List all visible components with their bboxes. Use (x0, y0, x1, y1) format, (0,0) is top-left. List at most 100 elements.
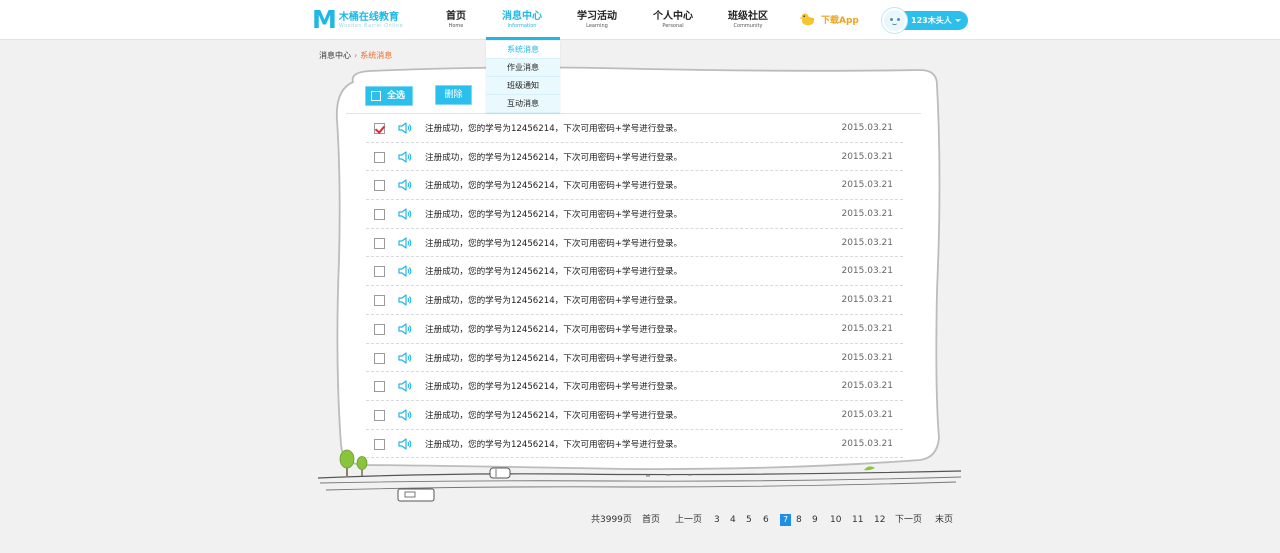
message-checkbox[interactable] (374, 180, 385, 192)
message-checkbox[interactable] (374, 123, 385, 134)
submenu-item[interactable]: 作业消息 (486, 59, 560, 77)
road-scenery-illustration (317, 449, 962, 502)
message-row[interactable]: 注册成功，您的学号为12456214，下次可用密码+学号进行登录。 2015.03… (366, 372, 903, 401)
page-number[interactable]: 10 (830, 513, 841, 527)
speaker-icon[interactable] (398, 237, 412, 249)
message-checkbox[interactable] (374, 381, 385, 393)
message-text: 注册成功，您的学号为12456214，下次可用密码+学号进行登录。 (425, 124, 683, 134)
message-row[interactable]: 注册成功，您的学号为12456214，下次可用密码+学号进行登录。 2015.03… (366, 401, 903, 430)
page-number[interactable]: 11 (852, 513, 863, 527)
nav-item[interactable]: 首页 Home (421, 11, 491, 30)
message-row[interactable]: 注册成功，您的学号为12456214，下次可用密码+学号进行登录。 2015.03… (366, 114, 903, 143)
page-number[interactable]: 4 (730, 513, 736, 527)
speaker-icon[interactable] (398, 380, 412, 392)
message-checkbox[interactable] (374, 323, 385, 335)
message-row[interactable]: 注册成功，您的学号为12456214，下次可用密码+学号进行登录。 2015.03… (366, 229, 903, 258)
message-checkbox[interactable] (374, 409, 385, 421)
nav-item[interactable]: 班级社区 Community (713, 11, 783, 30)
submenu-item[interactable]: 班级通知 (486, 77, 560, 95)
speaker-icon[interactable] (398, 179, 412, 191)
message-row[interactable]: 注册成功，您的学号为12456214，下次可用密码+学号进行登录。 2015.03… (366, 315, 903, 344)
page-number[interactable]: 9 (812, 513, 818, 527)
download-app-link[interactable]: 下载App (800, 12, 859, 26)
page-last-link[interactable]: 末页 (935, 513, 953, 527)
message-row[interactable]: 注册成功，您的学号为12456214，下次可用密码+学号进行登录。 2015.03… (366, 257, 903, 287)
nav-item-sublabel: Personal (662, 23, 684, 29)
message-date: 2015.03.21 (841, 409, 893, 420)
message-row[interactable]: 注册成功，您的学号为12456214，下次可用密码+学号进行登录。 2015.03… (366, 143, 903, 172)
select-all-button[interactable]: 全选 (365, 86, 413, 106)
page-next-link[interactable]: 下一页 (895, 513, 922, 527)
submenu-item[interactable]: 系统消息 (486, 41, 560, 59)
message-row[interactable]: 注册成功，您的学号为12456214，下次可用密码+学号进行登录。 2015.03… (366, 171, 903, 201)
breadcrumb-home[interactable]: 消息中心 (319, 51, 351, 60)
delete-button[interactable]: 删除 (435, 85, 472, 105)
message-text: 注册成功，您的学号为12456214，下次可用密码+学号进行登录。 (425, 382, 683, 393)
logo-m-icon: M (312, 5, 337, 34)
page-total: 共3999页 (591, 515, 632, 525)
message-text: 注册成功，您的学号为12456214，下次可用密码+学号进行登录。 (425, 296, 683, 307)
speaker-icon[interactable] (398, 294, 412, 306)
message-text: 注册成功，您的学号为12456214，下次可用密码+学号进行登录。 (425, 410, 683, 421)
message-row[interactable]: 注册成功，您的学号为12456214，下次可用密码+学号进行登录。 2015.03… (366, 286, 903, 315)
top-header: M 木桶在线教育 Wooden Barrel Online 首页 Home 消息中心… (0, 0, 1280, 40)
chevron-down-icon (955, 19, 961, 22)
nav-item-label: 班级社区 (728, 11, 768, 22)
nav-item-sublabel: Community (733, 23, 763, 29)
page-number[interactable]: 3 (714, 513, 720, 527)
message-date: 2015.03.21 (841, 381, 893, 392)
message-row[interactable]: 注册成功，您的学号为12456214，下次可用密码+学号进行登录。 2015.03… (366, 344, 903, 373)
brand-name: 木桶在线教育 (338, 12, 399, 23)
message-date: 2015.03.21 (841, 295, 893, 306)
submenu-item[interactable]: 互动消息 (486, 95, 560, 113)
message-checkbox[interactable] (374, 266, 385, 278)
brand-name-en: Wooden Barrel Online (338, 23, 404, 29)
nav-item-label: 首页 (446, 11, 466, 22)
nav-item-label: 个人中心 (653, 11, 693, 22)
nav-item[interactable]: 消息中心 Information (487, 11, 557, 30)
message-date: 2015.03.21 (841, 323, 893, 334)
message-text: 注册成功，您的学号为12456214，下次可用密码+学号进行登录。 (425, 152, 683, 163)
message-date: 2015.03.21 (841, 209, 893, 220)
speaker-icon[interactable] (398, 323, 412, 335)
message-checkbox[interactable] (374, 209, 385, 221)
message-list: 注册成功，您的学号为12456214，下次可用密码+学号进行登录。 2015.03… (366, 114, 903, 459)
message-text: 注册成功，您的学号为12456214，下次可用密码+学号进行登录。 (425, 210, 683, 221)
user-menu[interactable]: 123木头人 (882, 8, 968, 33)
message-date: 2015.03.21 (841, 266, 893, 277)
page-number[interactable]: 6 (763, 513, 769, 527)
speaker-icon[interactable] (398, 265, 412, 278)
nav-item[interactable]: 个人中心 Personal (638, 11, 708, 30)
message-checkbox[interactable] (374, 237, 385, 249)
page-first-link[interactable]: 首页 (642, 513, 660, 527)
duck-icon (800, 13, 815, 26)
page-current[interactable]: 7 (780, 514, 791, 526)
speaker-icon[interactable] (398, 351, 412, 364)
message-checkbox[interactable] (374, 295, 385, 307)
speaker-icon[interactable] (398, 151, 412, 163)
message-date: 2015.03.21 (841, 151, 893, 162)
page-number[interactable]: 5 (746, 513, 752, 527)
message-row[interactable]: 注册成功，您的学号为12456214，下次可用密码+学号进行登录。 2015.03… (366, 200, 903, 229)
download-label: 下载App (821, 15, 859, 26)
select-all-label: 全选 (387, 91, 406, 101)
active-nav-indicator (486, 37, 560, 40)
message-text: 注册成功，您的学号为12456214，下次可用密码+学号进行登录。 (425, 238, 683, 249)
message-text: 注册成功，您的学号为12456214，下次可用密码+学号进行登录。 (425, 324, 683, 335)
message-date: 2015.03.21 (841, 237, 893, 248)
message-checkbox[interactable] (374, 352, 385, 364)
nav-item-sublabel: Home (448, 23, 464, 29)
message-checkbox[interactable] (374, 151, 385, 163)
page-number[interactable]: 8 (796, 513, 802, 527)
message-submenu: 系统消息 作业消息 班级通知 互动消息 (486, 41, 560, 113)
page-prev-link[interactable]: 上一页 (675, 513, 702, 527)
speaker-icon[interactable] (398, 409, 412, 421)
speaker-icon[interactable] (398, 208, 412, 220)
user-name: 123木头人 (911, 16, 952, 25)
nav-item[interactable]: 学习活动 Learning (562, 11, 632, 30)
message-text: 注册成功，您的学号为12456214，下次可用密码+学号进行登录。 (425, 267, 683, 278)
speaker-icon[interactable] (398, 122, 412, 134)
page-number[interactable]: 12 (874, 513, 885, 527)
brand-logo[interactable]: M 木桶在线教育 Wooden Barrel Online (312, 5, 404, 34)
nav-item-label: 学习活动 (577, 11, 617, 22)
